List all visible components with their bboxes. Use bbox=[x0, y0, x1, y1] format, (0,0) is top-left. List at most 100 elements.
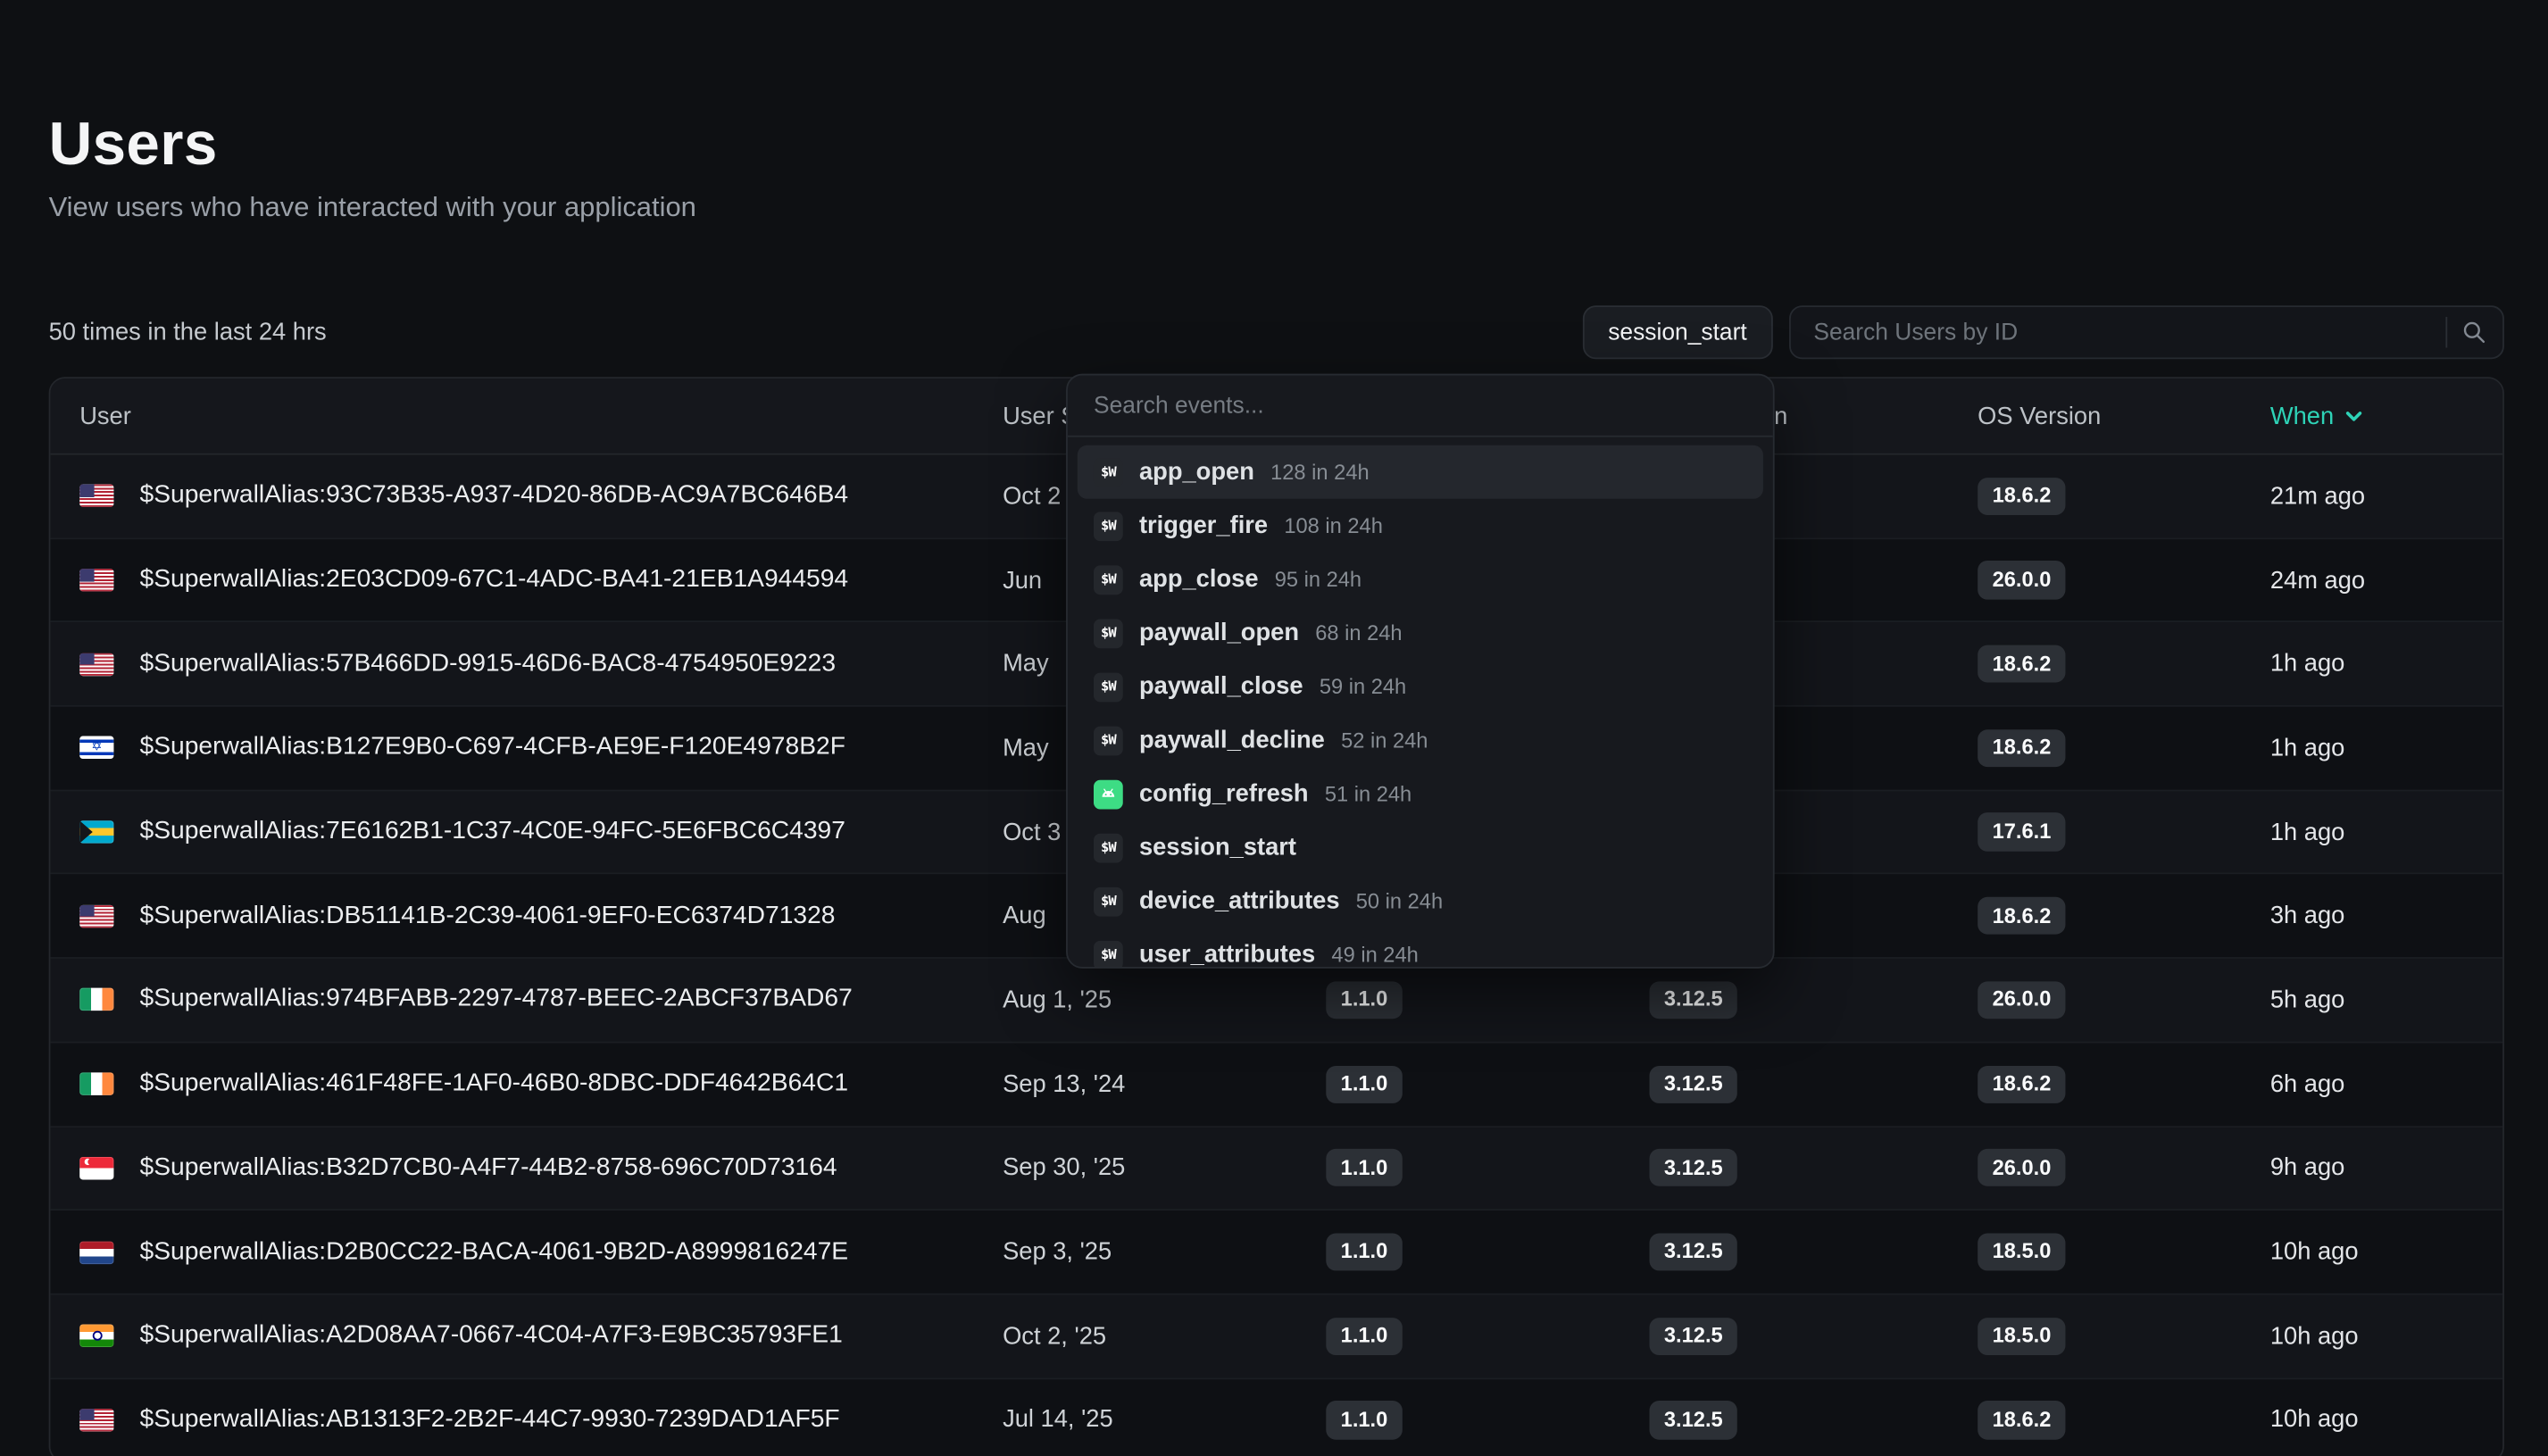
event-name: trigger_fire bbox=[1139, 512, 1268, 539]
when-header-label: When bbox=[2270, 402, 2334, 429]
users-page: Users View users who have interacted wit… bbox=[0, 0, 2548, 1456]
event-search-input[interactable] bbox=[1090, 391, 1750, 420]
sdk-version-badge: 3.12.5 bbox=[1650, 1065, 1738, 1102]
when-value: 10h ago bbox=[2270, 1406, 2502, 1434]
user-cell: $SuperwallAlias:B32D7CB0-A4F7-44B2-8758-… bbox=[79, 1153, 1003, 1183]
user-search-input[interactable] bbox=[1811, 318, 2436, 347]
event-count: 108 in 24h bbox=[1284, 513, 1383, 537]
event-filter-button[interactable]: session_start bbox=[1582, 305, 1773, 359]
when-value: 10h ago bbox=[2270, 1322, 2502, 1350]
event-list-item[interactable]: $W paywall_open 68 in 24h bbox=[1078, 606, 1763, 660]
flag-us-icon bbox=[79, 1409, 113, 1431]
sdk-version-badge: 3.12.5 bbox=[1650, 1317, 1738, 1354]
event-search-row[interactable] bbox=[1068, 375, 1773, 437]
user-cell: $SuperwallAlias:B127E9B0-C697-4CFB-AE9E-… bbox=[79, 734, 1003, 763]
superwall-logo-icon: $W bbox=[1094, 940, 1123, 969]
user-alias: $SuperwallAlias:57B466DD-9915-46D6-BAC8-… bbox=[140, 650, 837, 679]
table-row[interactable]: $SuperwallAlias:461F48FE-1AF0-46B0-8DBC-… bbox=[50, 1043, 2502, 1127]
flag-in-icon bbox=[79, 1325, 113, 1347]
when-value: 1h ago bbox=[2270, 650, 2502, 678]
event-count: 52 in 24h bbox=[1341, 728, 1428, 752]
column-header-os-version[interactable]: OS Version bbox=[1978, 402, 2270, 429]
flag-us-icon bbox=[79, 904, 113, 927]
event-count: 59 in 24h bbox=[1320, 674, 1406, 698]
user-cell: $SuperwallAlias:D2B0CC22-BACA-4061-9B2D-… bbox=[79, 1237, 1003, 1267]
user-since: Jul 14, '25 bbox=[1003, 1406, 1326, 1434]
user-cell: $SuperwallAlias:57B466DD-9915-46D6-BAC8-… bbox=[79, 650, 1003, 679]
event-list-item[interactable]: $W app_open 128 in 24h bbox=[1078, 445, 1763, 499]
table-row[interactable]: $SuperwallAlias:974BFABB-2297-4787-BEEC-… bbox=[50, 959, 2502, 1043]
user-alias: $SuperwallAlias:7E6162B1-1C37-4C0E-94FC-… bbox=[140, 818, 845, 847]
toolbar-right: session_start bbox=[1582, 305, 2504, 359]
user-alias: $SuperwallAlias:AB1313F2-2B2F-44C7-9930-… bbox=[140, 1405, 840, 1435]
event-count: 95 in 24h bbox=[1275, 567, 1361, 591]
search-icon[interactable] bbox=[2462, 320, 2486, 345]
os-version-badge: 26.0.0 bbox=[1978, 1149, 2066, 1186]
user-since: Oct 2, '25 bbox=[1003, 1322, 1326, 1350]
superwall-logo-icon: $W bbox=[1094, 726, 1123, 755]
table-row[interactable]: $SuperwallAlias:D2B0CC22-BACA-4061-9B2D-… bbox=[50, 1211, 2502, 1294]
flag-il-icon bbox=[79, 736, 113, 759]
user-cell: $SuperwallAlias:93C73B35-A937-4D20-86DB-… bbox=[79, 481, 1003, 511]
superwall-logo-icon: $W bbox=[1094, 886, 1123, 916]
superwall-logo-icon: $W bbox=[1094, 672, 1123, 702]
event-list-item[interactable]: $W session_start bbox=[1078, 820, 1763, 874]
user-search-box[interactable] bbox=[1789, 305, 2504, 359]
flag-nl-icon bbox=[79, 1241, 113, 1263]
event-list-item[interactable]: $W trigger_fire 108 in 24h bbox=[1078, 499, 1763, 553]
user-cell: $SuperwallAlias:7E6162B1-1C37-4C0E-94FC-… bbox=[79, 818, 1003, 847]
user-cell: $SuperwallAlias:DB51141B-2C39-4061-9EF0-… bbox=[79, 902, 1003, 931]
flag-sg-icon bbox=[79, 1157, 113, 1179]
user-cell: $SuperwallAlias:974BFABB-2297-4787-BEEC-… bbox=[79, 986, 1003, 1015]
event-list-item[interactable]: $W user_attributes 49 in 24h bbox=[1078, 928, 1763, 969]
user-alias: $SuperwallAlias:B127E9B0-C697-4CFB-AE9E-… bbox=[140, 734, 845, 763]
user-since: Aug 1, '25 bbox=[1003, 986, 1326, 1014]
event-list-item[interactable]: $W paywall_close 59 in 24h bbox=[1078, 660, 1763, 713]
flag-us-icon bbox=[79, 569, 113, 591]
table-row[interactable]: $SuperwallAlias:A2D08AA7-0667-4C04-A7F3-… bbox=[50, 1294, 2502, 1378]
event-list: $W app_open 128 in 24h $W trigger_fire 1… bbox=[1068, 437, 1773, 969]
user-alias: $SuperwallAlias:93C73B35-A937-4D20-86DB-… bbox=[140, 481, 849, 511]
event-name: user_attributes bbox=[1139, 941, 1315, 969]
event-name: app_open bbox=[1139, 458, 1254, 486]
page-subtitle: View users who have interacted with your… bbox=[49, 192, 696, 224]
event-name: session_start bbox=[1139, 834, 1296, 861]
user-alias: $SuperwallAlias:A2D08AA7-0667-4C04-A7F3-… bbox=[140, 1321, 843, 1351]
table-row[interactable]: $SuperwallAlias:AB1313F2-2B2F-44C7-9930-… bbox=[50, 1379, 2502, 1456]
table-row[interactable]: $SuperwallAlias:B32D7CB0-A4F7-44B2-8758-… bbox=[50, 1127, 2502, 1211]
page-title: Users bbox=[49, 111, 218, 179]
user-alias: $SuperwallAlias:2E03CD09-67C1-4ADC-BA41-… bbox=[140, 565, 849, 595]
event-name: paywall_close bbox=[1139, 673, 1303, 701]
os-version-badge: 18.6.2 bbox=[1978, 478, 2066, 515]
when-value: 10h ago bbox=[2270, 1238, 2502, 1266]
flag-ie-icon bbox=[79, 1073, 113, 1095]
flag-us-icon bbox=[79, 653, 113, 675]
user-alias: $SuperwallAlias:DB51141B-2C39-4061-9EF0-… bbox=[140, 902, 836, 931]
event-list-item[interactable]: $W device_attributes 50 in 24h bbox=[1078, 874, 1763, 928]
event-list-item[interactable]: $W paywall_decline 52 in 24h bbox=[1078, 713, 1763, 767]
android-icon bbox=[1094, 779, 1123, 809]
os-version-badge: 17.6.1 bbox=[1978, 813, 2066, 851]
column-header-when[interactable]: When bbox=[2270, 402, 2502, 429]
column-header-user[interactable]: User bbox=[79, 402, 1003, 429]
superwall-logo-icon: $W bbox=[1094, 619, 1123, 648]
sdk-version-badge: 3.12.5 bbox=[1650, 1402, 1738, 1439]
superwall-logo-icon: $W bbox=[1094, 457, 1123, 487]
event-count-text: 50 times in the last 24 hrs bbox=[49, 319, 327, 346]
app-version-badge: 1.1.0 bbox=[1326, 981, 1402, 1019]
flag-ie-icon bbox=[79, 989, 113, 1011]
event-count: 68 in 24h bbox=[1315, 620, 1402, 645]
os-version-badge: 18.6.2 bbox=[1978, 897, 2066, 935]
event-list-item[interactable]: $W app_close 95 in 24h bbox=[1078, 553, 1763, 606]
event-name: app_close bbox=[1139, 565, 1259, 593]
sdk-version-badge: 3.12.5 bbox=[1650, 1233, 1738, 1270]
when-value: 9h ago bbox=[2270, 1154, 2502, 1182]
event-name: device_attributes bbox=[1139, 887, 1340, 915]
app-version-badge: 1.1.0 bbox=[1326, 1402, 1402, 1439]
when-value: 24m ago bbox=[2270, 566, 2502, 594]
superwall-logo-icon: $W bbox=[1094, 833, 1123, 862]
os-version-badge: 26.0.0 bbox=[1978, 981, 2066, 1019]
event-name: paywall_decline bbox=[1139, 727, 1325, 754]
event-list-item[interactable]: config_refresh 51 in 24h bbox=[1078, 767, 1763, 820]
os-version-badge: 26.0.0 bbox=[1978, 562, 2066, 599]
